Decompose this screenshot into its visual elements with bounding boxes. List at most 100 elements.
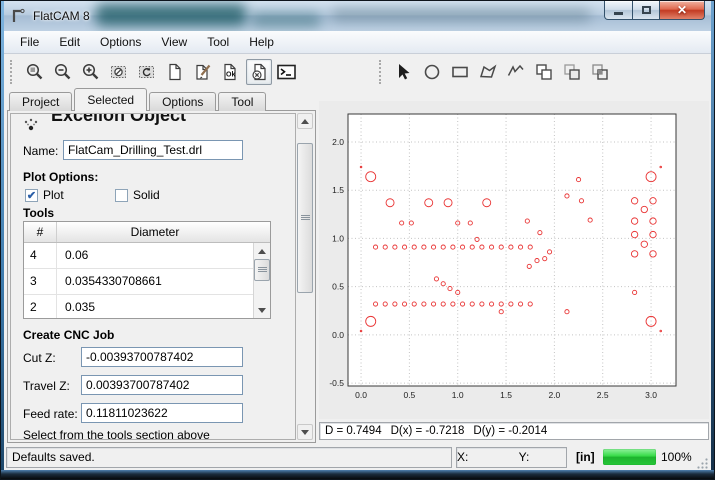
window-border-right [711, 1, 714, 479]
draw-rectangle-icon[interactable] [447, 59, 473, 85]
tab-selected[interactable]: Selected [74, 88, 147, 111]
status-bar: Defaults saved. X: -0.6672 Y: 1.4359 [in… [4, 443, 711, 472]
table-row[interactable]: 4 0.06 [24, 243, 270, 269]
new-file-icon[interactable] [162, 59, 188, 85]
svg-text:Ok: Ok [226, 71, 235, 78]
selected-tab-pane: Excellon Object Name: Plot Options: ✔ Pl… [7, 110, 316, 443]
shell-icon[interactable] [274, 59, 300, 85]
zoom-in-icon[interactable] [78, 59, 104, 85]
column-header-num[interactable]: # [24, 222, 57, 242]
panel-scroll-thumb[interactable] [297, 143, 313, 293]
clear-plot-icon[interactable] [106, 59, 132, 85]
zoom-fit-icon[interactable] [22, 59, 48, 85]
edit-file-icon[interactable] [190, 59, 216, 85]
window-border-bottom [1, 470, 714, 479]
close-button[interactable]: ✕ [660, 1, 705, 20]
svg-text:2.5: 2.5 [597, 390, 609, 400]
column-header-diameter[interactable]: Diameter [57, 222, 270, 242]
table-row[interactable]: 3 0.0354330708661 [24, 269, 270, 295]
distance-y-value: D(y) = -0.2014 [473, 423, 547, 439]
progress-bar [603, 449, 656, 465]
menu-help[interactable]: Help [239, 32, 284, 52]
svg-text:1.0: 1.0 [332, 233, 344, 243]
close-icon: ✕ [677, 3, 687, 17]
subtract-icon[interactable] [559, 59, 585, 85]
drill-icon [23, 117, 39, 135]
glass-reflection [331, 9, 591, 21]
plot-options-label: Plot Options: [23, 170, 98, 184]
toolbar-drag-handle[interactable] [10, 60, 16, 84]
menu-tool[interactable]: Tool [197, 32, 239, 52]
status-message: Defaults saved. [6, 447, 452, 468]
tool-diameter: 0.06 [57, 243, 270, 268]
menu-file[interactable]: File [10, 32, 49, 52]
panel-scrollbar[interactable] [297, 113, 314, 440]
union-icon[interactable] [531, 59, 557, 85]
menu-view[interactable]: View [151, 32, 197, 52]
tab-bar: Project Selected Options Tool [9, 89, 268, 111]
tools-hint-text: Select from the tools section above [23, 428, 210, 440]
name-input[interactable] [63, 140, 243, 160]
glass-reflection [251, 13, 321, 27]
intersect-icon[interactable] [587, 59, 613, 85]
cnc-job-label: Create CNC Job [23, 328, 114, 342]
feed-rate-input[interactable] [81, 403, 243, 423]
coordinate-x: X: -0.6672 [457, 448, 509, 467]
flatcam-logo-icon [10, 8, 26, 24]
toolbar-drag-handle[interactable] [379, 60, 385, 84]
tab-options[interactable]: Options [149, 92, 216, 111]
name-label: Name: [23, 144, 58, 158]
svg-text:0.0: 0.0 [332, 330, 344, 340]
object-panel: Excellon Object Name: Plot Options: ✔ Pl… [10, 113, 296, 440]
plot-checkbox[interactable]: ✔ Plot [25, 188, 64, 202]
solid-checkbox[interactable]: Solid [115, 188, 160, 202]
tab-project[interactable]: Project [9, 92, 72, 111]
menu-options[interactable]: Options [90, 32, 151, 52]
svg-text:2.0: 2.0 [332, 137, 344, 147]
minimize-button[interactable] [604, 1, 633, 20]
draw-polygon-icon[interactable] [475, 59, 501, 85]
units-indicator: [in] [576, 450, 595, 464]
maximize-button[interactable] [633, 1, 660, 20]
svg-text:1.0: 1.0 [452, 390, 464, 400]
table-scrollbar[interactable] [253, 243, 270, 318]
scroll-up-icon[interactable] [254, 243, 270, 259]
tools-table: # Diameter 4 0.06 3 0.0354330708661 2 0.… [23, 221, 271, 319]
pointer-icon[interactable] [391, 59, 417, 85]
window-controls: ✕ [604, 1, 705, 20]
tab-tool[interactable]: Tool [218, 92, 266, 111]
feed-rate-label: Feed rate: [23, 407, 78, 421]
menu-edit[interactable]: Edit [49, 32, 90, 52]
progress-percent: 100% [661, 450, 692, 464]
travel-z-input[interactable] [81, 375, 243, 395]
table-scroll-thumb[interactable] [254, 259, 270, 281]
scroll-up-icon[interactable] [297, 113, 313, 129]
tool-number: 2 [24, 295, 57, 319]
toolbar: Ok [4, 54, 711, 89]
checkbox-unchecked-icon [115, 189, 128, 202]
app-window: FlatCAM 8 ✕ File Edit Options View Tool … [0, 0, 715, 480]
checkbox-checked-icon: ✔ [25, 189, 38, 202]
svg-text:0.0: 0.0 [355, 390, 367, 400]
scroll-down-icon[interactable] [297, 424, 313, 440]
draw-polyline-icon[interactable] [503, 59, 529, 85]
scroll-down-icon[interactable] [254, 302, 270, 318]
plot-canvas[interactable]: 0.00.51.01.52.02.53.0-0.50.00.51.01.52.0 [319, 101, 709, 419]
svg-text:-0.5: -0.5 [329, 378, 344, 388]
delete-object-icon[interactable] [246, 59, 272, 85]
svg-text:3.0: 3.0 [645, 390, 657, 400]
ok-file-icon[interactable]: Ok [218, 59, 244, 85]
object-title: Excellon Object [51, 114, 186, 126]
cut-z-input[interactable] [81, 347, 243, 367]
glass-reflection [96, 4, 246, 26]
svg-text:1.5: 1.5 [332, 185, 344, 195]
svg-text:1.5: 1.5 [500, 390, 512, 400]
resize-grip-icon[interactable] [696, 457, 709, 470]
replot-icon[interactable] [134, 59, 160, 85]
draw-circle-icon[interactable] [419, 59, 445, 85]
zoom-out-icon[interactable] [50, 59, 76, 85]
plot-figure: 0.00.51.01.52.02.53.0-0.50.00.51.01.52.0 [319, 101, 709, 419]
cut-z-label: Cut Z: [23, 351, 56, 365]
table-row[interactable]: 2 0.035 [24, 295, 270, 319]
solid-checkbox-label: Solid [133, 188, 160, 202]
